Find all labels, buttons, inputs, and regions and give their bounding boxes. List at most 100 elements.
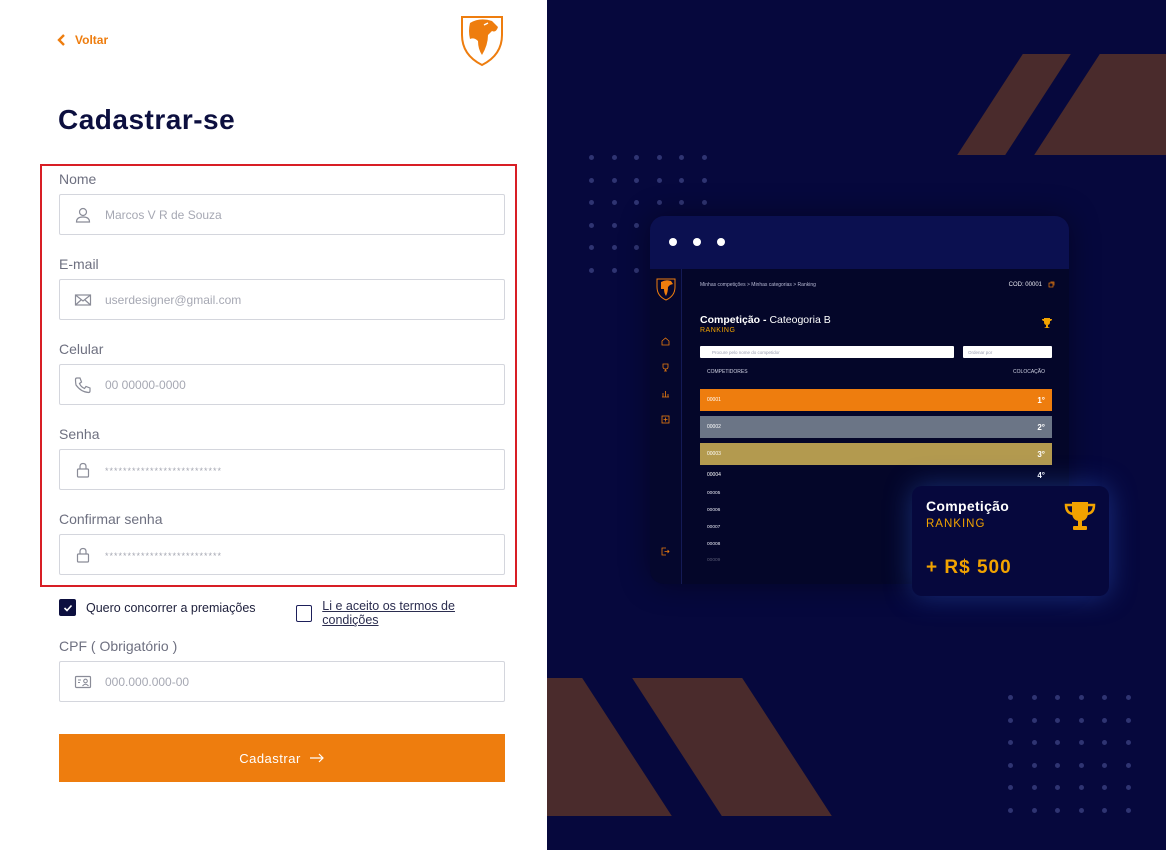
logout-icon: [661, 547, 670, 556]
id-card-icon: [74, 673, 92, 691]
trophy-icon: [1064, 502, 1096, 530]
submit-button[interactable]: Cadastrar: [59, 734, 505, 782]
checkbox-checked[interactable]: [59, 599, 76, 616]
decorative-dot: [1078, 717, 1084, 723]
preview-subtitle: RANKING: [700, 327, 736, 334]
decorative-dot: [1102, 695, 1107, 700]
decorative-dot: [1055, 762, 1060, 768]
decorative-dot: [1008, 695, 1013, 700]
decorative-dot: [1125, 762, 1131, 768]
decorative-dot: [611, 177, 617, 183]
decorative-dot: [1055, 717, 1060, 723]
row-code: 00006: [707, 508, 721, 513]
podium-row: 00002 2°: [700, 416, 1052, 438]
decorative-dot: [634, 155, 639, 160]
lock-icon: [74, 461, 92, 479]
row-place: 4°: [1037, 470, 1045, 480]
phone-icon: [74, 376, 92, 394]
decorative-dot: [589, 200, 594, 205]
decorative-dot: [1102, 762, 1107, 768]
podium-row: 00001 1°: [700, 389, 1052, 411]
trophy-icon: [1042, 318, 1052, 328]
terms-checkbox[interactable]: Li e aceito os termos de condições: [296, 599, 505, 627]
cpf-input[interactable]: [105, 674, 445, 689]
mail-icon: [74, 291, 92, 309]
decorative-dot: [634, 245, 639, 250]
decorative-dot: [589, 222, 594, 228]
email-field[interactable]: [59, 279, 505, 320]
row-code: 00002: [707, 424, 721, 430]
decorative-dot: [679, 177, 684, 183]
decorative-dot: [1055, 785, 1060, 790]
cod-text: COD: 00001: [1008, 281, 1042, 288]
password-input[interactable]: [105, 462, 445, 477]
decorative-dot: [656, 200, 662, 205]
copy-icon: [1048, 281, 1055, 288]
decorative-dot: [701, 200, 707, 205]
preview-breadcrumb: Minhas competições > Minhas categorias >…: [700, 282, 816, 288]
decorative-dot: [611, 267, 617, 273]
back-link[interactable]: Voltar: [57, 33, 108, 47]
phone-input[interactable]: [105, 377, 445, 392]
row-code: 00003: [707, 451, 721, 457]
decorative-dot: [1078, 785, 1084, 790]
decorative-dot: [1125, 807, 1131, 813]
card-prize: + R$ 500: [926, 557, 1012, 578]
col-position: COLOCAÇÃO: [1013, 369, 1045, 375]
decorative-dot: [611, 245, 617, 250]
decorative-dot: [1031, 695, 1037, 700]
cpf-field[interactable]: [59, 661, 505, 702]
preview-order-placeholder: Ordenar por: [968, 349, 993, 355]
name-label: Nome: [59, 171, 97, 187]
preview-sidebar: [650, 269, 682, 584]
cpf-label: CPF ( Obrigatório ): [59, 638, 178, 654]
decorative-dot: [1031, 717, 1037, 723]
decorative-dot: [1125, 785, 1131, 790]
decorative-dot: [1102, 807, 1107, 813]
page-title: Cadastrar-se: [58, 104, 236, 135]
back-label: Voltar: [75, 33, 109, 47]
confirm-password-label: Confirmar senha: [59, 511, 163, 527]
decorative-dot: [1078, 740, 1084, 745]
decorative-dot: [1055, 740, 1060, 745]
preview-title: Competição - Cateogoria B: [700, 314, 831, 326]
row-place: 2°: [1037, 422, 1045, 432]
lock-icon: [74, 546, 92, 564]
password-field[interactable]: [59, 449, 505, 490]
row-code: 00001: [707, 397, 721, 403]
prize-checkbox[interactable]: Quero concorrer a premiações: [59, 599, 256, 616]
preview-search-input: Procure pelo nome do competidor: [700, 346, 954, 358]
decorative-dot: [634, 267, 639, 273]
preview-title-bold: Competição -: [700, 314, 767, 326]
preview-order-select: Ordenar por: [963, 346, 1052, 358]
decorative-dot: [634, 222, 639, 228]
name-field[interactable]: [59, 194, 505, 235]
confirm-password-field[interactable]: [59, 534, 505, 575]
table-row: 00004 4°: [700, 468, 1052, 482]
decorative-dot: [1055, 695, 1060, 700]
decorative-dot: [1008, 717, 1013, 723]
name-input[interactable]: [105, 207, 445, 222]
decorative-dot: [656, 155, 662, 160]
row-code: 00004: [707, 472, 721, 478]
checkbox-unchecked[interactable]: [296, 604, 313, 622]
col-competitors: COMPETIDORES: [707, 369, 748, 375]
signup-panel: Voltar Cadastrar-se Nome E-mail Celular …: [0, 0, 547, 850]
card-subtitle: RANKING: [926, 518, 986, 530]
horse-shield-logo: [461, 16, 503, 67]
decorative-dot: [634, 200, 639, 205]
phone-field[interactable]: [59, 364, 505, 405]
decorative-dot: [589, 245, 594, 250]
decorative-dot: [1031, 740, 1037, 745]
home-icon: [661, 337, 670, 346]
decorative-dot: [1102, 740, 1107, 745]
confirm-password-input[interactable]: [105, 547, 445, 562]
decorative-dot: [611, 200, 617, 205]
decorative-dot: [1031, 785, 1037, 790]
check-icon: [63, 604, 72, 612]
decorative-dot: [1078, 695, 1084, 700]
email-input[interactable]: [105, 292, 445, 307]
horse-shield-logo: [656, 278, 676, 301]
decorative-dot: [589, 267, 594, 273]
terms-link[interactable]: Li e aceito os termos de condições: [322, 599, 505, 627]
